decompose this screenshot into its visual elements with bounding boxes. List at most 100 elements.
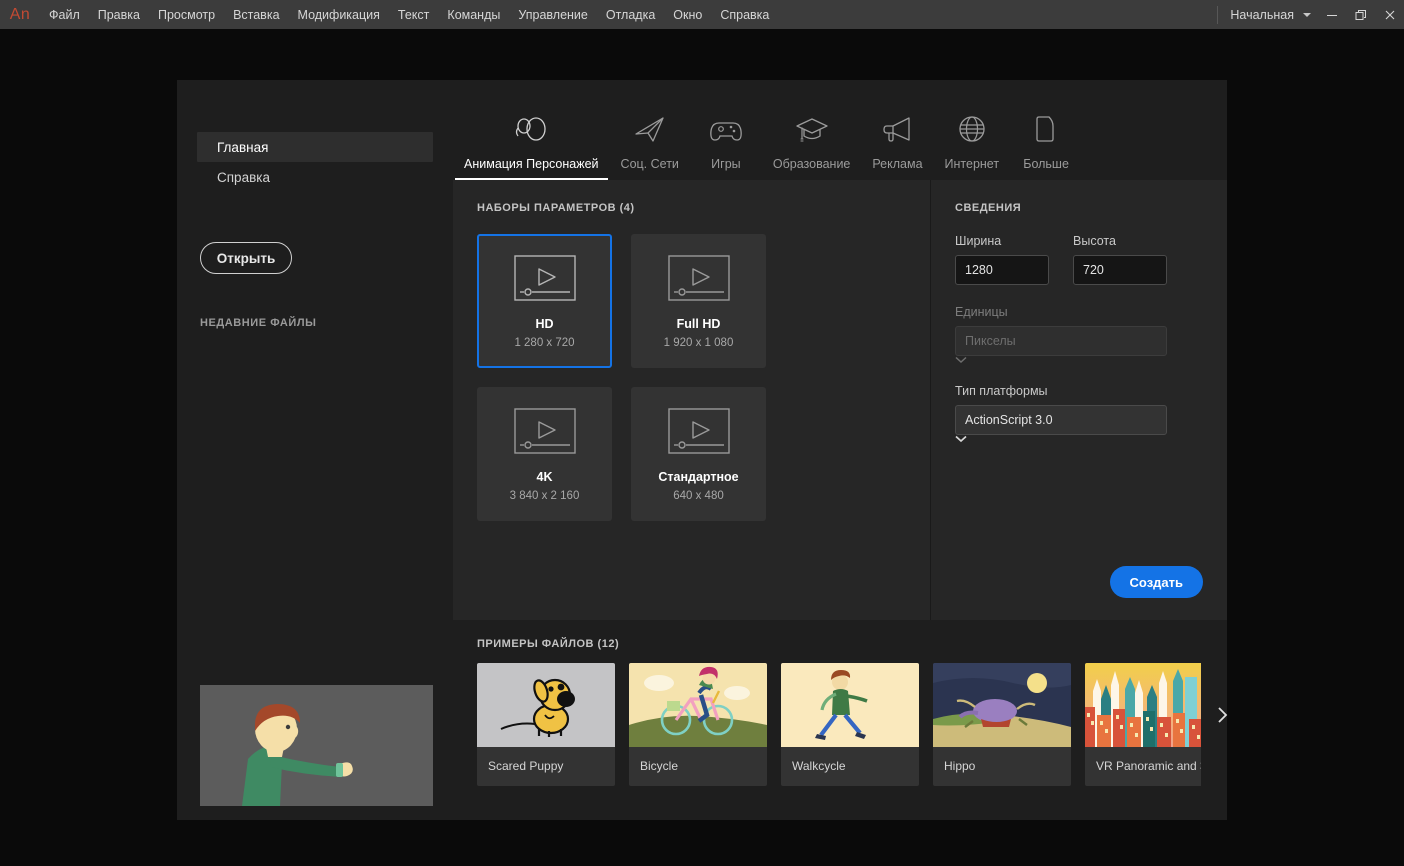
menu-item-text[interactable]: Текст bbox=[389, 3, 438, 27]
tab-web[interactable]: Интернет bbox=[934, 102, 1011, 180]
restore-button[interactable] bbox=[1346, 0, 1375, 29]
sample-name: Hippo bbox=[944, 759, 976, 773]
platform-select[interactable]: ActionScript 3.0 bbox=[955, 405, 1167, 435]
dialog-sidebar: Главная Справка Открыть НЕДАВНИЕ ФАЙЛЫ bbox=[177, 80, 453, 820]
menu-item-debug[interactable]: Отладка bbox=[597, 3, 664, 27]
platform-field-group: Тип платформы ActionScript 3.0 bbox=[955, 384, 1203, 443]
menu-item-edit[interactable]: Правка bbox=[89, 3, 149, 27]
category-tabs: Анимация Персонажей Соц. Сети Игры Образ… bbox=[453, 80, 1227, 180]
tab-character-animation[interactable]: Анимация Персонажей bbox=[453, 102, 610, 180]
sample-card-hippo[interactable]: Hippo bbox=[933, 663, 1071, 786]
menu-item-window[interactable]: Окно bbox=[664, 3, 711, 27]
platform-select-wrap: ActionScript 3.0 bbox=[955, 405, 1167, 443]
preset-name: 4K bbox=[536, 470, 553, 484]
size-fields-row: Ширина Высота bbox=[955, 234, 1203, 285]
walkcycle-thumb bbox=[781, 663, 919, 747]
menu-item-view[interactable]: Просмотр bbox=[149, 3, 224, 27]
menu-item-help[interactable]: Справка bbox=[711, 3, 778, 27]
graduation-cap-icon bbox=[794, 102, 830, 144]
tab-label: Анимация Персонажей bbox=[464, 157, 599, 171]
menu-bar: An Файл Правка Просмотр Вставка Модифика… bbox=[0, 0, 1404, 29]
height-input[interactable] bbox=[1073, 255, 1167, 285]
menu-item-insert[interactable]: Вставка bbox=[224, 3, 288, 27]
recent-files-heading: НЕДАВНИЕ ФАЙЛЫ bbox=[200, 317, 317, 329]
preset-name: HD bbox=[535, 317, 554, 331]
menu-item-modify[interactable]: Модификация bbox=[289, 3, 389, 27]
tab-label: Реклама bbox=[872, 157, 923, 171]
height-label: Высота bbox=[1073, 234, 1116, 248]
globe-icon bbox=[954, 102, 990, 144]
panels-row: НАБОРЫ ПАРАМЕТРОВ (4) HD 1 280 x 720 Ful… bbox=[453, 180, 1227, 620]
platform-value: ActionScript 3.0 bbox=[965, 413, 1053, 427]
tab-label: Образование bbox=[772, 157, 851, 171]
preset-dimensions: 1 280 x 720 bbox=[514, 337, 575, 349]
megaphone-icon bbox=[879, 102, 915, 144]
samples-next-button[interactable] bbox=[1209, 695, 1235, 735]
details-panel: СВЕДЕНИЯ Ширина Высота Единицы bbox=[931, 180, 1227, 620]
sample-name: Bicycle bbox=[640, 759, 679, 773]
dialog-content: Анимация Персонажей Соц. Сети Игры Образ… bbox=[453, 80, 1228, 820]
platform-label: Тип платформы bbox=[955, 384, 1048, 398]
sidebar-item-home[interactable]: Главная bbox=[197, 132, 433, 162]
units-field-group: Единицы Пикселы bbox=[955, 305, 1203, 364]
tab-more[interactable]: Больше bbox=[1010, 102, 1082, 180]
create-button[interactable]: Создать bbox=[1109, 566, 1203, 598]
units-select-wrap: Пикселы bbox=[955, 326, 1167, 364]
menu-items: Файл Правка Просмотр Вставка Модификация… bbox=[40, 3, 778, 27]
sample-card-scared-puppy[interactable]: Scared Puppy bbox=[477, 663, 615, 786]
menu-item-control[interactable]: Управление bbox=[509, 3, 597, 27]
chevron-down-icon bbox=[955, 356, 1167, 364]
close-button[interactable] bbox=[1375, 0, 1404, 29]
tab-label: Интернет bbox=[944, 157, 1000, 171]
tab-social-media[interactable]: Соц. Сети bbox=[610, 102, 690, 180]
paper-plane-icon bbox=[632, 102, 668, 144]
puppy-thumb bbox=[477, 663, 615, 747]
tab-advertising[interactable]: Реклама bbox=[861, 102, 933, 180]
minimize-button[interactable] bbox=[1317, 0, 1346, 29]
sample-name: Walkcycle bbox=[792, 759, 846, 773]
walking-character-illustration bbox=[200, 685, 433, 806]
sample-card-vr-panoramic[interactable]: VR Panoramic and 3 bbox=[1085, 663, 1201, 786]
preset-dimensions: 1 920 x 1 080 bbox=[663, 337, 734, 349]
sidebar-item-help[interactable]: Справка bbox=[197, 162, 433, 192]
preset-dimensions: 3 840 x 2 160 bbox=[509, 490, 580, 502]
preset-dimensions: 640 x 480 bbox=[673, 490, 724, 502]
open-button[interactable]: Открыть bbox=[200, 242, 292, 274]
workspace-switcher[interactable]: Начальная bbox=[1224, 4, 1317, 26]
preset-cards: HD 1 280 x 720 Full HD 1 920 x 1 080 4K … bbox=[477, 234, 906, 521]
chevron-down-icon bbox=[955, 435, 1167, 443]
menu-item-commands[interactable]: Команды bbox=[438, 3, 509, 27]
preset-card-hd[interactable]: HD 1 280 x 720 bbox=[477, 234, 612, 368]
sample-files-heading: ПРИМЕРЫ ФАЙЛОВ (12) bbox=[477, 638, 620, 650]
tab-education[interactable]: Образование bbox=[762, 102, 861, 180]
new-document-dialog: Главная Справка Открыть НЕДАВНИЕ ФАЙЛЫ А… bbox=[177, 80, 1228, 820]
preset-card-full-hd[interactable]: Full HD 1 920 x 1 080 bbox=[631, 234, 766, 368]
sample-card-walkcycle[interactable]: Walkcycle bbox=[781, 663, 919, 786]
hippo-thumb bbox=[933, 663, 1071, 747]
chevron-down-icon bbox=[1303, 12, 1311, 17]
bicycle-thumb bbox=[629, 663, 767, 747]
menu-bar-right: Начальная bbox=[1217, 0, 1404, 29]
tab-games[interactable]: Игры bbox=[690, 102, 762, 180]
gamepad-icon bbox=[708, 102, 744, 144]
sample-name: Scared Puppy bbox=[488, 759, 564, 773]
sample-files-section: ПРИМЕРЫ ФАЙЛОВ (12) Scared Puppy Bicycle… bbox=[453, 620, 1228, 786]
workspace-label: Начальная bbox=[1230, 7, 1294, 22]
preset-name: Стандартное bbox=[658, 470, 739, 484]
width-field-group: Ширина bbox=[955, 234, 1049, 285]
sidebar-item-label: Справка bbox=[217, 169, 270, 185]
restore-icon bbox=[1355, 9, 1366, 20]
width-label: Ширина bbox=[955, 234, 1002, 248]
presets-panel: НАБОРЫ ПАРАМЕТРОВ (4) HD 1 280 x 720 Ful… bbox=[453, 180, 930, 620]
tab-label: Больше bbox=[1023, 157, 1069, 171]
close-icon bbox=[1385, 10, 1394, 19]
sample-files-row: Scared Puppy Bicycle Walkcycle Hippo VR … bbox=[477, 663, 1201, 786]
preset-card-standard[interactable]: Стандартное 640 x 480 bbox=[631, 387, 766, 521]
character-preview-thumbnail[interactable] bbox=[200, 685, 433, 806]
menu-item-file[interactable]: Файл bbox=[40, 3, 89, 27]
sidebar-item-label: Главная bbox=[217, 139, 269, 155]
sample-card-bicycle[interactable]: Bicycle bbox=[629, 663, 767, 786]
preset-card-4k[interactable]: 4K 3 840 x 2 160 bbox=[477, 387, 612, 521]
width-input[interactable] bbox=[955, 255, 1049, 285]
app-logo: An bbox=[9, 5, 31, 23]
